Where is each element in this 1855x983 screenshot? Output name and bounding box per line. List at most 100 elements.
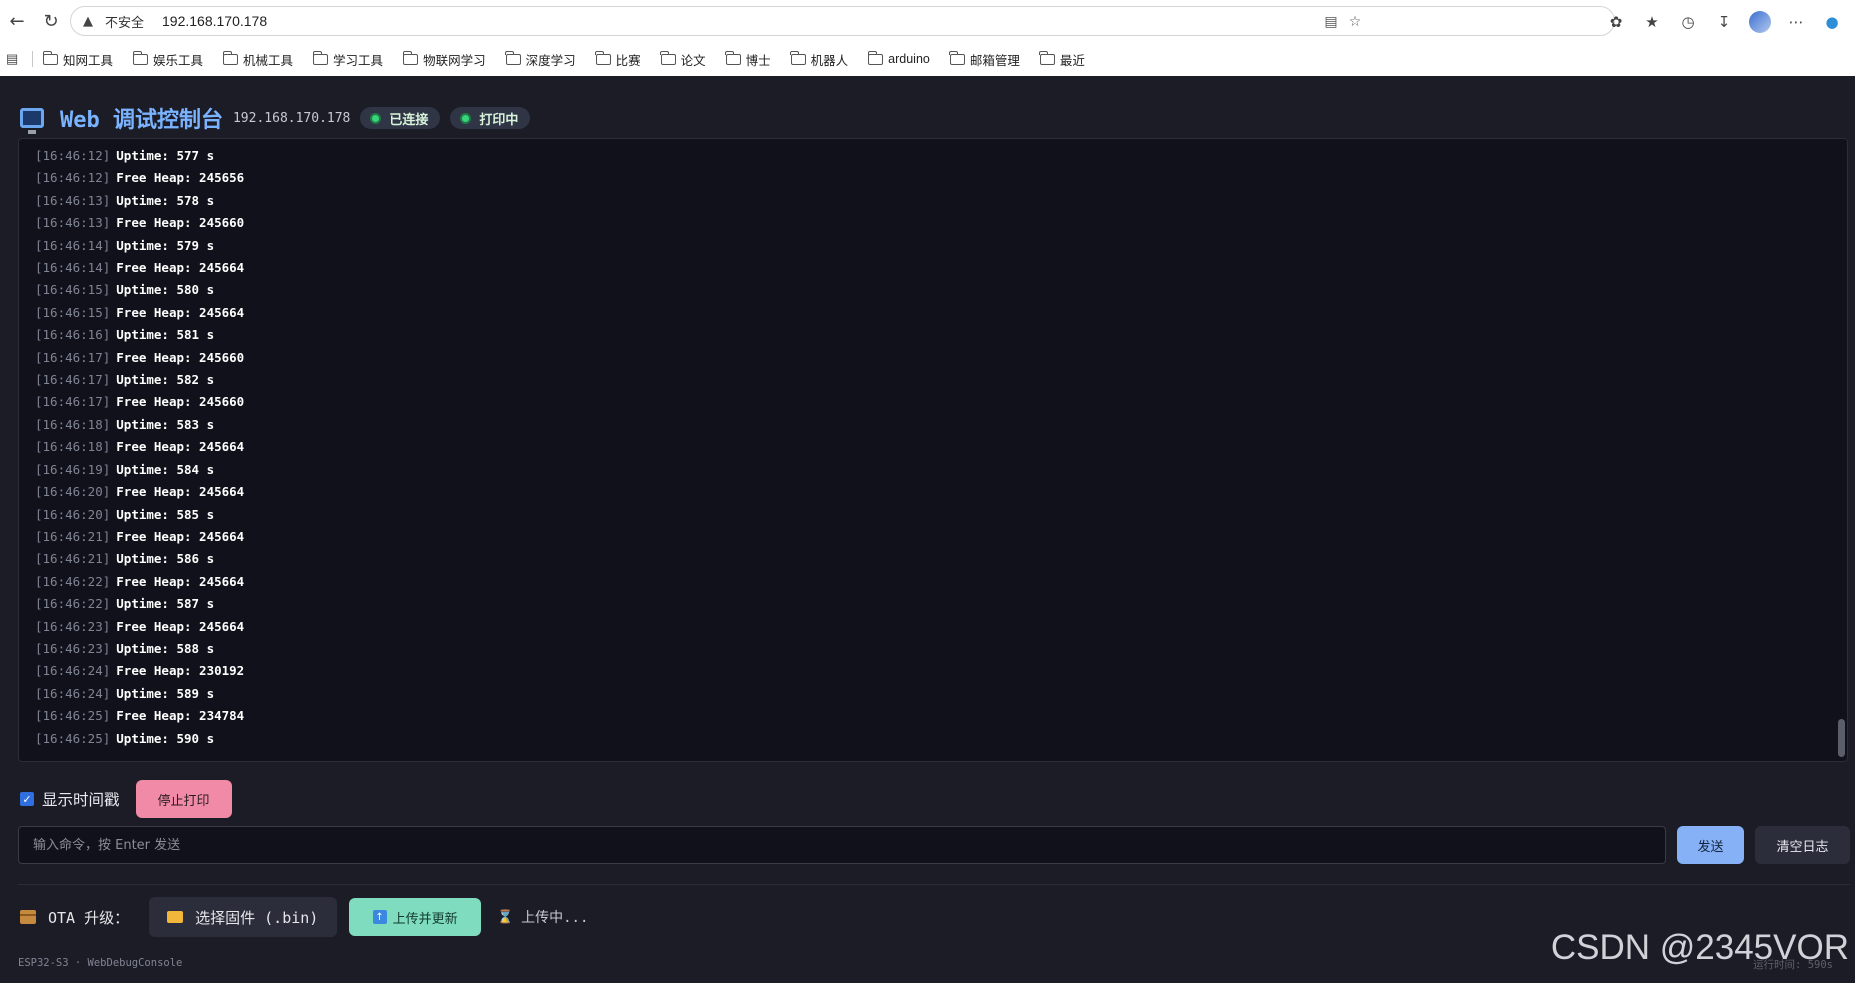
log-line: [16:46:25] Uptime: 590 s (35, 728, 244, 750)
log-timestamp: [16:46:22] (35, 596, 111, 612)
profile-avatar[interactable] (1749, 11, 1771, 33)
browser-toolbar: ✿ ★ ◷ ↧ ⋯ ● (1591, 8, 1843, 36)
log-message: Uptime: 577 s (116, 148, 215, 163)
show-timestamp-label[interactable]: 显示时间戳 (42, 788, 120, 810)
bookmark-item[interactable]: 机器人 (790, 50, 848, 69)
log-timestamp: [16:46:25] (35, 708, 111, 724)
show-timestamp-checkbox[interactable]: ✓ (20, 792, 34, 806)
stop-print-button[interactable]: 停止打印 (135, 780, 232, 818)
address-bar[interactable]: ▲ 不安全 192.168.170.178 ▤ ☆ (70, 6, 1615, 36)
browser-chrome: ← ↻ ▲ 不安全 192.168.170.178 ▤ ☆ ✿ ★ ◷ ↧ ⋯ … (0, 0, 1855, 76)
send-button[interactable]: 发送 (1677, 826, 1744, 864)
log-line: [16:46:17] Free Heap: 245660 (35, 391, 244, 413)
log-timestamp: [16:46:16] (35, 327, 111, 343)
log-message: Uptime: 586 s (116, 551, 215, 567)
bookmark-item[interactable]: 邮箱管理 (949, 50, 1020, 69)
log-timestamp: [16:46:13] (35, 192, 111, 208)
clear-log-button[interactable]: 清空日志 (1755, 826, 1850, 864)
bookmark-list: 知网工具 娱乐工具 机械工具 学习工具 物联网学习 深度学习 比赛 论文 博士 机器人 arduin… (42, 50, 1105, 69)
status-badge-printing: 打印中 (450, 107, 531, 129)
log-timestamp: [16:46:15] (35, 304, 111, 320)
log-message: Uptime: 589 s (116, 685, 215, 701)
bookmark-label: 机械工具 (243, 53, 294, 68)
favorites-icon[interactable]: ★ (1641, 11, 1663, 33)
reader-mode-icon[interactable]: ▤ (1321, 12, 1341, 32)
log-message: Free Heap: 245664 (116, 618, 245, 634)
bookmark-item[interactable]: 知网工具 (42, 50, 113, 69)
choose-firmware-button[interactable]: 选择固件 (.bin) (149, 897, 338, 937)
log-message: Uptime: 580 s (116, 282, 215, 298)
command-input[interactable] (18, 826, 1666, 864)
bookmark-item[interactable]: 比赛 (595, 50, 641, 69)
bookmark-item[interactable]: 学习工具 (312, 50, 383, 69)
log-message: Free Heap: 245664 (116, 528, 245, 544)
footer-text: ESP32-S3 · WebDebugConsole (18, 957, 183, 969)
log-line: [16:46:24] Free Heap: 230192 (35, 660, 244, 682)
log-message: Uptime: 585 s (116, 506, 215, 522)
choose-firmware-label: 选择固件 (.bin) (195, 908, 319, 927)
bookmark-label: 论文 (680, 53, 706, 68)
extensions-icon[interactable]: ✿ (1605, 11, 1627, 33)
folder-icon (132, 50, 149, 65)
bookmark-item[interactable]: 物联网学习 (402, 50, 486, 69)
log-timestamp: [16:46:22] (35, 573, 111, 589)
log-line: [16:46:13] Uptime: 578 s (35, 190, 244, 212)
log-scrollbar-thumb[interactable] (1838, 719, 1845, 757)
bookmark-item[interactable]: 论文 (660, 50, 706, 69)
log-message: Free Heap: 230192 (116, 663, 245, 679)
bookmark-label: arduino (888, 52, 930, 66)
bookmark-item[interactable]: 最近 (1039, 50, 1085, 69)
log-message: Free Heap: 245664 (116, 484, 245, 500)
bookmark-item[interactable]: 博士 (725, 50, 771, 69)
log-panel[interactable]: [16:46:12] Uptime: 577 s [16:46:12] Free He… (18, 138, 1848, 762)
log-timestamp: [16:46:17] (35, 372, 111, 388)
log-line: [16:46:14] Free Heap: 245664 (35, 257, 244, 279)
ota-section: OTA 升级： 选择固件 (.bin) ↑ 上传并更新 ⌛ 上传中... (20, 897, 588, 937)
log-line: [16:46:23] Uptime: 588 s (35, 638, 244, 660)
refresh-icon[interactable]: ↻ (40, 10, 62, 32)
back-icon[interactable]: ← (6, 10, 28, 32)
log-timestamp: [16:46:12] (35, 170, 111, 186)
bookmark-item[interactable]: arduino (867, 50, 930, 66)
hourglass-icon: ⌛ (497, 910, 514, 925)
log-line: [16:46:21] Uptime: 586 s (35, 548, 244, 570)
log-timestamp: [16:46:14] (35, 260, 111, 276)
upload-arrow-icon: ↑ (372, 910, 387, 924)
log-line: [16:46:22] Free Heap: 245664 (35, 571, 244, 593)
folder-icon (402, 50, 419, 65)
bookmark-separator (32, 51, 33, 67)
status-badge-connected: 已连接 (360, 107, 441, 129)
log-timestamp: [16:46:21] (35, 528, 111, 544)
folder-icon (660, 50, 676, 65)
log-timestamp: [16:46:24] (35, 663, 111, 679)
log-line: [16:46:17] Free Heap: 245660 (35, 347, 244, 369)
log-scrollbar[interactable] (1837, 145, 1845, 757)
log-message: Uptime: 588 s (116, 640, 215, 656)
bookmark-item[interactable]: 机械工具 (222, 50, 294, 69)
log-message: Uptime: 587 s (116, 596, 215, 612)
upload-update-button[interactable]: ↑ 上传并更新 (349, 898, 482, 936)
log-line: [16:46:23] Free Heap: 245664 (35, 616, 244, 638)
bookmark-app-icon[interactable]: ▤ (6, 51, 26, 67)
page-title: Web 调试控制台 (60, 108, 223, 133)
log-line: [16:46:16] Uptime: 581 s (35, 324, 244, 346)
log-line: [16:46:21] Free Heap: 245664 (35, 526, 244, 548)
more-icon[interactable]: ⋯ (1785, 11, 1807, 33)
log-line: [16:46:13] Free Heap: 245660 (35, 212, 244, 234)
log-timestamp: [16:46:23] (35, 640, 111, 656)
bookmarks-bar: ▤ 知网工具 娱乐工具 机械工具 学习工具 物联网学习 深度学习 比赛 论文 博士 机器人 ardu… (0, 42, 1855, 76)
favorite-star-icon[interactable]: ☆ (1345, 12, 1365, 32)
status-dot-icon (460, 112, 472, 124)
folder-icon (725, 50, 741, 65)
log-line: [16:46:12] Free Heap: 245656 (35, 167, 244, 189)
download-icon[interactable]: ↧ (1713, 11, 1735, 33)
bookmark-item[interactable]: 娱乐工具 (132, 50, 203, 69)
log-line: [16:46:20] Uptime: 585 s (35, 504, 244, 526)
history-icon[interactable]: ◷ (1677, 11, 1699, 33)
log-message: Free Heap: 245660 (116, 394, 245, 410)
copilot-icon[interactable]: ● (1821, 11, 1843, 33)
folder-icon (949, 50, 965, 65)
watermark: CSDN @2345VOR (1550, 928, 1849, 967)
bookmark-item[interactable]: 深度学习 (505, 50, 576, 69)
url-text[interactable]: 192.168.170.178 (162, 13, 267, 29)
